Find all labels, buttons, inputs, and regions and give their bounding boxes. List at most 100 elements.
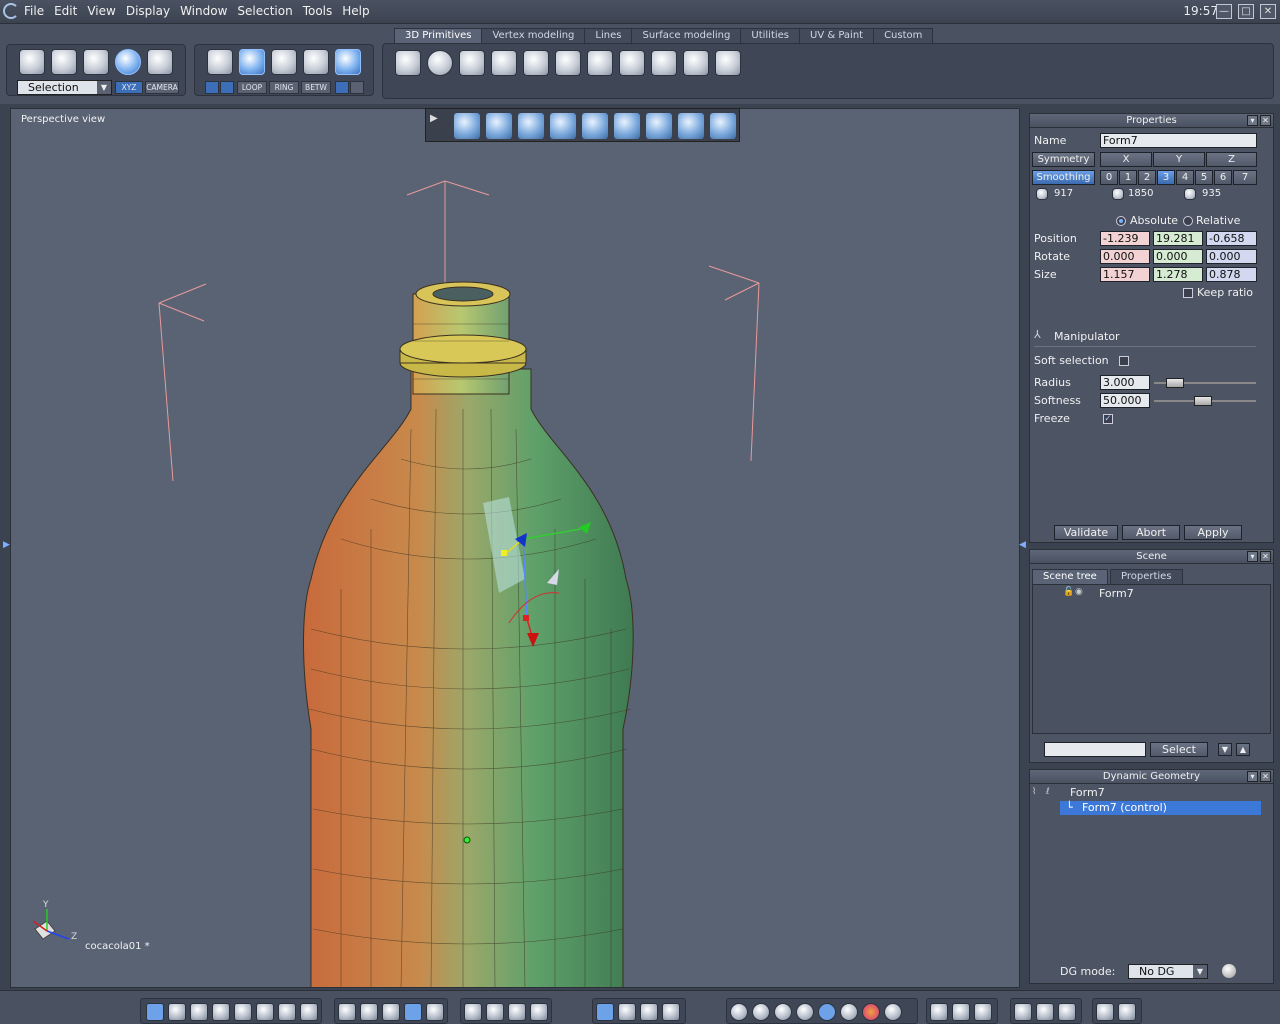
text-tool-icon[interactable] [715, 50, 741, 76]
object-mode-icon[interactable] [207, 49, 233, 75]
menu-display[interactable]: Display [126, 4, 170, 18]
dg-mode-dropdown[interactable]: No DG ▼ [1128, 964, 1208, 979]
position-x-field[interactable]: -1.239 [1100, 231, 1150, 246]
view-corner-icon[interactable] [614, 113, 640, 139]
panel-close-icon[interactable]: ✕ [1260, 115, 1271, 126]
view-cube-icon[interactable] [486, 113, 512, 139]
vertex-mode-icon[interactable] [303, 49, 329, 75]
eye-view-icon[interactable] [530, 1003, 548, 1021]
dg-indicator-icon[interactable] [1222, 964, 1236, 978]
scene-search-input[interactable] [1044, 742, 1146, 757]
select-arrow-icon[interactable] [19, 49, 45, 75]
mesh-sphere-icon[interactable] [796, 1003, 814, 1021]
tab-scene-properties[interactable]: Properties [1110, 569, 1183, 584]
menu-view[interactable]: View [87, 4, 115, 18]
grid-icon[interactable] [338, 1003, 356, 1021]
symmetry-z[interactable]: Z [1206, 152, 1257, 167]
icosahedron-icon[interactable] [683, 50, 709, 76]
multi-mode-icon[interactable] [335, 49, 361, 75]
menu-edit[interactable]: Edit [54, 4, 77, 18]
cylinder-icon[interactable] [523, 50, 549, 76]
scene-item-form7[interactable]: Form7 [1099, 587, 1134, 600]
view-front-icon[interactable] [454, 113, 480, 139]
panel-close-icon[interactable]: ✕ [1260, 771, 1271, 782]
smoothing-button[interactable]: Smoothing [1032, 170, 1095, 185]
tab-scene-tree[interactable]: Scene tree [1032, 569, 1108, 584]
smoothing-1[interactable]: 1 [1119, 170, 1137, 185]
panel-collapse-icon[interactable]: ▾ [1247, 115, 1258, 126]
scroll-up-icon[interactable]: ▲ [1236, 743, 1250, 756]
layout-tri2-icon[interactable] [234, 1003, 252, 1021]
betw-button[interactable]: BETW [301, 81, 331, 94]
size-x-field[interactable]: 1.157 [1100, 267, 1150, 282]
material1-icon[interactable] [930, 1003, 948, 1021]
ghost-icon[interactable] [147, 49, 173, 75]
position-y-field[interactable]: 19.281 [1153, 231, 1203, 246]
edge-mode-icon[interactable] [271, 49, 297, 75]
dg-item-selected[interactable]: └ Form7 (control) [1060, 801, 1261, 815]
layout-quad-icon[interactable] [168, 1003, 186, 1021]
smoothing-4[interactable]: 4 [1176, 170, 1194, 185]
dg-item-form7[interactable]: Form7 [1070, 786, 1105, 799]
graph-icon[interactable]: ⌇ [1032, 787, 1036, 797]
view-side-icon[interactable] [582, 113, 608, 139]
cube-icon[interactable] [395, 50, 421, 76]
loop-button[interactable]: LOOP [237, 81, 267, 94]
smoothing-6[interactable]: 6 [1214, 170, 1232, 185]
ring-button[interactable]: RING [269, 81, 299, 94]
box-icon[interactable] [1014, 1003, 1032, 1021]
triangle-select-icon[interactable] [83, 49, 109, 75]
paint-icon[interactable] [220, 81, 234, 94]
move-icon[interactable] [596, 1003, 614, 1021]
freeze-checkbox[interactable]: ✓ [1103, 414, 1113, 424]
scale-icon[interactable] [640, 1003, 658, 1021]
rect-select-icon[interactable] [335, 81, 349, 94]
smoothing-0[interactable]: 0 [1100, 170, 1118, 185]
octahedron-icon[interactable] [619, 50, 645, 76]
ring-select-icon[interactable] [115, 49, 141, 75]
tab-utilities[interactable]: Utilities [740, 28, 801, 43]
menu-window[interactable]: Window [180, 4, 227, 18]
symmetry-x[interactable]: X [1100, 152, 1152, 167]
right-panel-toggle-icon[interactable]: ◀ [1019, 540, 1026, 550]
layout-hsplit-icon[interactable] [278, 1003, 296, 1021]
relative-radio[interactable] [1183, 216, 1193, 226]
keep-ratio-checkbox[interactable] [1183, 288, 1193, 298]
fit-icon[interactable] [464, 1003, 482, 1021]
flat-sphere-icon[interactable] [840, 1003, 858, 1021]
name-field[interactable]: Form7 [1100, 133, 1257, 148]
panel-collapse-icon[interactable]: ▾ [1247, 771, 1258, 782]
select-button[interactable]: Select [1150, 742, 1208, 757]
link-icon[interactable]: ℓ [1046, 787, 1050, 797]
validate-button[interactable]: Validate [1054, 525, 1118, 540]
absolute-radio[interactable] [1116, 216, 1126, 226]
smoothing-7[interactable]: 7 [1233, 170, 1257, 185]
smoothing-3[interactable]: 3 [1157, 170, 1175, 185]
maximize-button[interactable]: □ [1238, 4, 1254, 19]
softness-field[interactable]: 50.000 [1100, 393, 1150, 408]
scroll-down-icon[interactable]: ▼ [1218, 743, 1232, 756]
bottle-mesh[interactable] [303, 281, 634, 988]
smoothing-2[interactable]: 2 [1138, 170, 1156, 185]
pyramid-icon[interactable] [587, 50, 613, 76]
rotate-tool-icon[interactable] [618, 1003, 636, 1021]
softness-slider[interactable] [1194, 396, 1212, 406]
table-icon[interactable] [404, 1003, 422, 1021]
material3-icon[interactable] [974, 1003, 992, 1021]
lock-icon[interactable]: 🔓 [1063, 587, 1074, 597]
view-light-icon[interactable] [710, 113, 736, 139]
rotate-z-field[interactable]: 0.000 [1206, 249, 1257, 264]
dodecahedron-icon[interactable] [651, 50, 677, 76]
camera-icon[interactable] [1118, 1003, 1136, 1021]
layout-tri-icon[interactable] [212, 1003, 230, 1021]
checker-icon[interactable] [382, 1003, 400, 1021]
white-sphere-icon[interactable] [884, 1003, 902, 1021]
sphere-icon[interactable] [427, 50, 453, 76]
left-panel-toggle-icon[interactable]: ▶ [3, 540, 10, 550]
panel-close-icon[interactable]: ✕ [1260, 551, 1271, 562]
symmetry-button[interactable]: Symmetry [1032, 152, 1095, 167]
layout-single-icon[interactable] [146, 1003, 164, 1021]
layout-columns-icon[interactable] [300, 1003, 318, 1021]
apply-button[interactable]: Apply [1184, 525, 1242, 540]
view-wire-icon[interactable] [646, 113, 672, 139]
